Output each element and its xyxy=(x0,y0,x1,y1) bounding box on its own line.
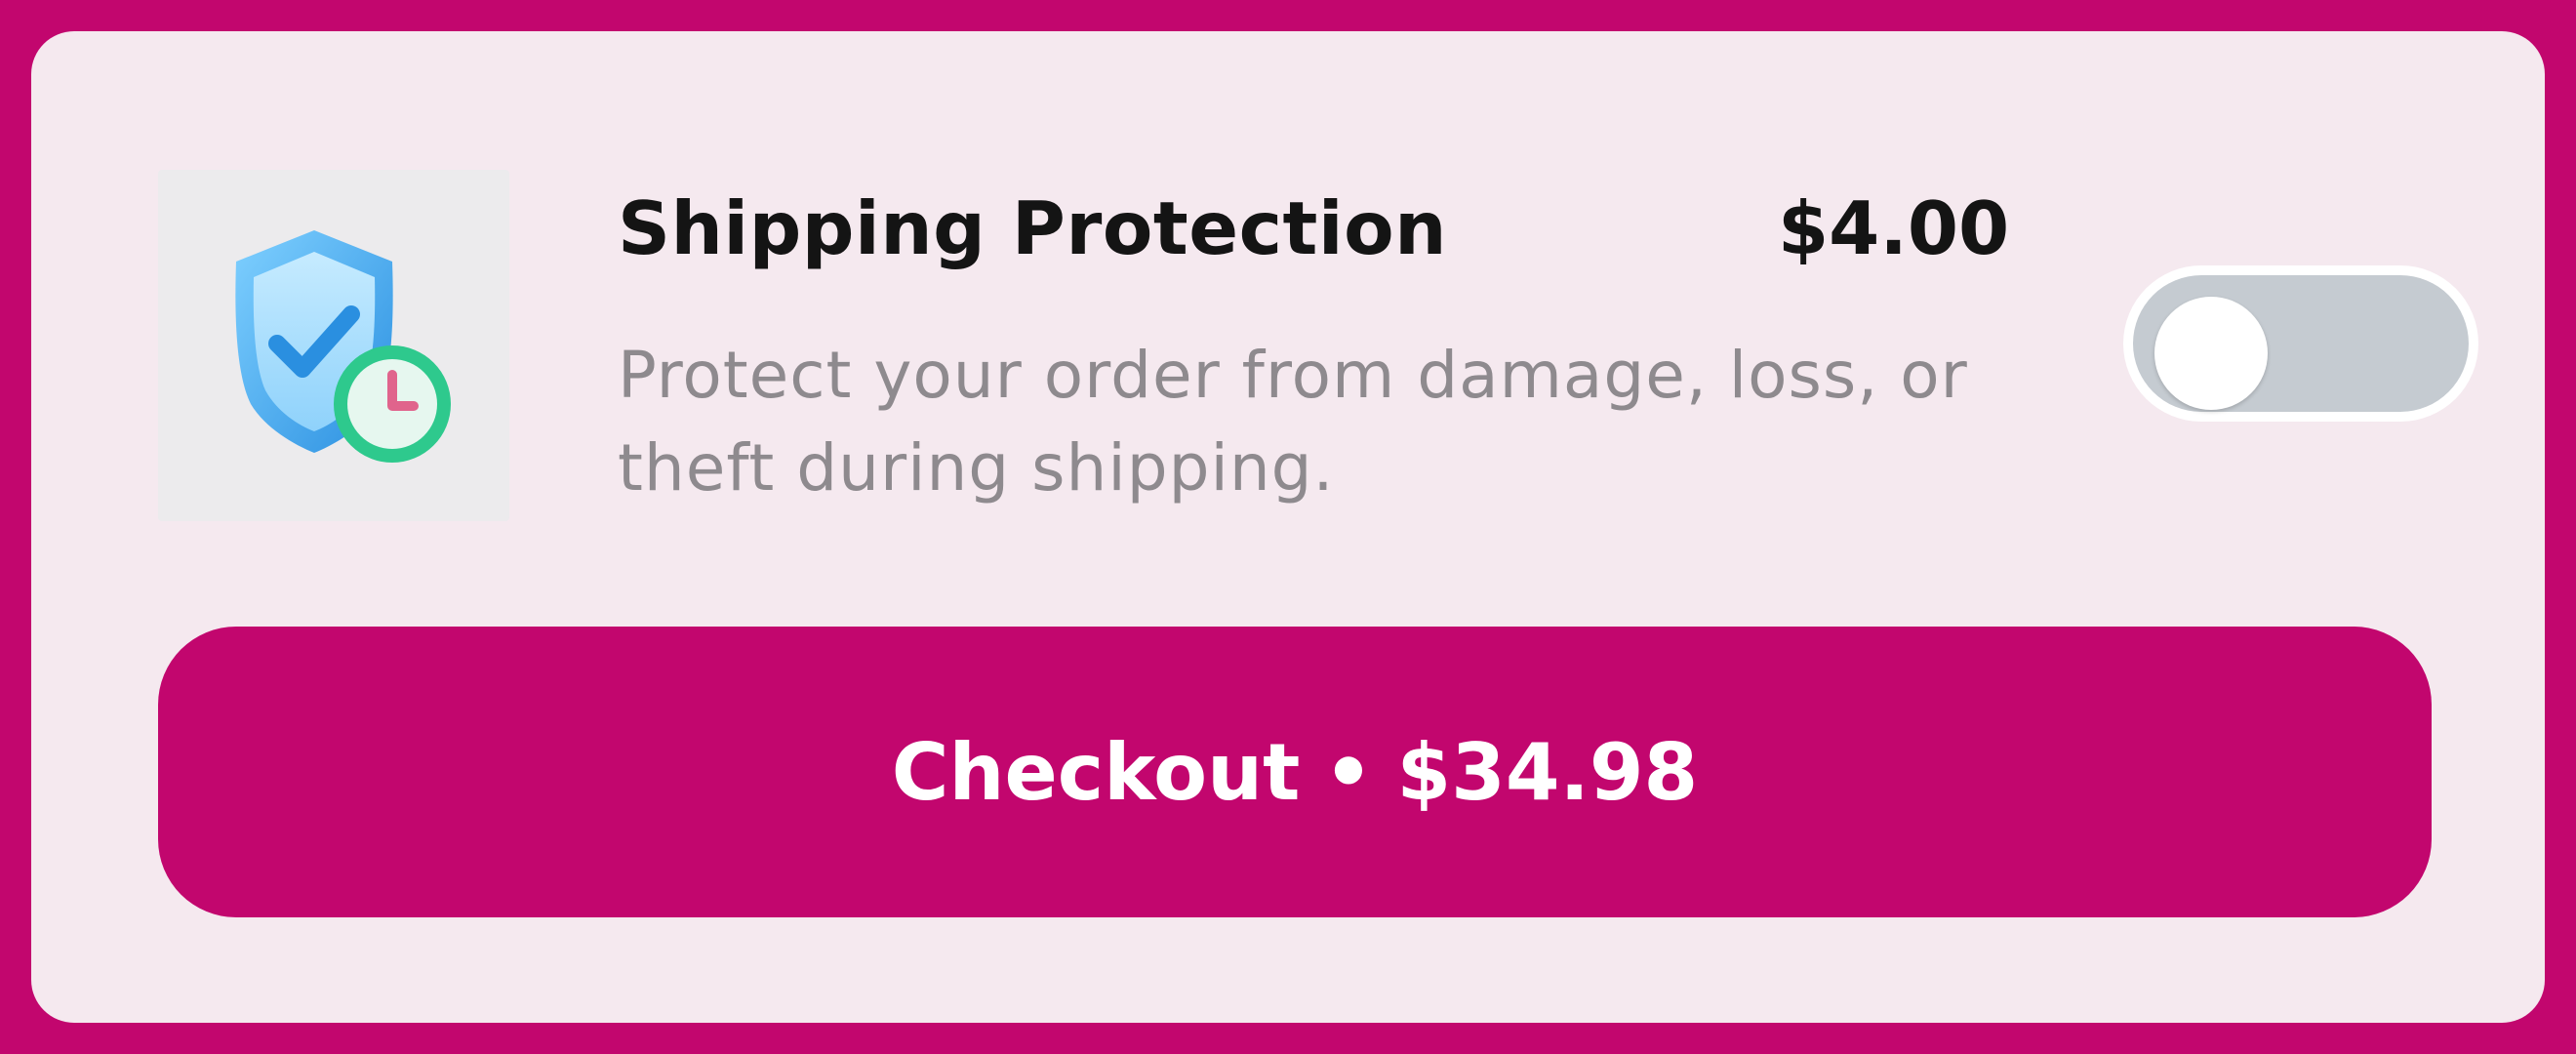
shipping-protection-title: Shipping Protection xyxy=(618,185,1448,271)
shipping-protection-price: $4.00 xyxy=(1778,185,2010,271)
shipping-protection-toggle[interactable] xyxy=(2123,265,2478,422)
shipping-protection-card: Shipping Protection $4.00 Protect your o… xyxy=(31,31,2545,1023)
checkout-total: $34.98 xyxy=(1396,726,1699,818)
checkout-label: Checkout xyxy=(891,726,1301,818)
toggle-track xyxy=(2133,275,2469,412)
checkout-separator: • xyxy=(1323,726,1374,818)
shipping-protection-description: Protect your order from damage, loss, or… xyxy=(618,338,1968,506)
checkout-button[interactable]: Checkout • $34.98 xyxy=(158,627,2432,917)
shipping-protection-image xyxy=(158,170,509,521)
shield-check-clock-icon xyxy=(235,230,451,463)
toggle-knob xyxy=(2154,297,2268,410)
